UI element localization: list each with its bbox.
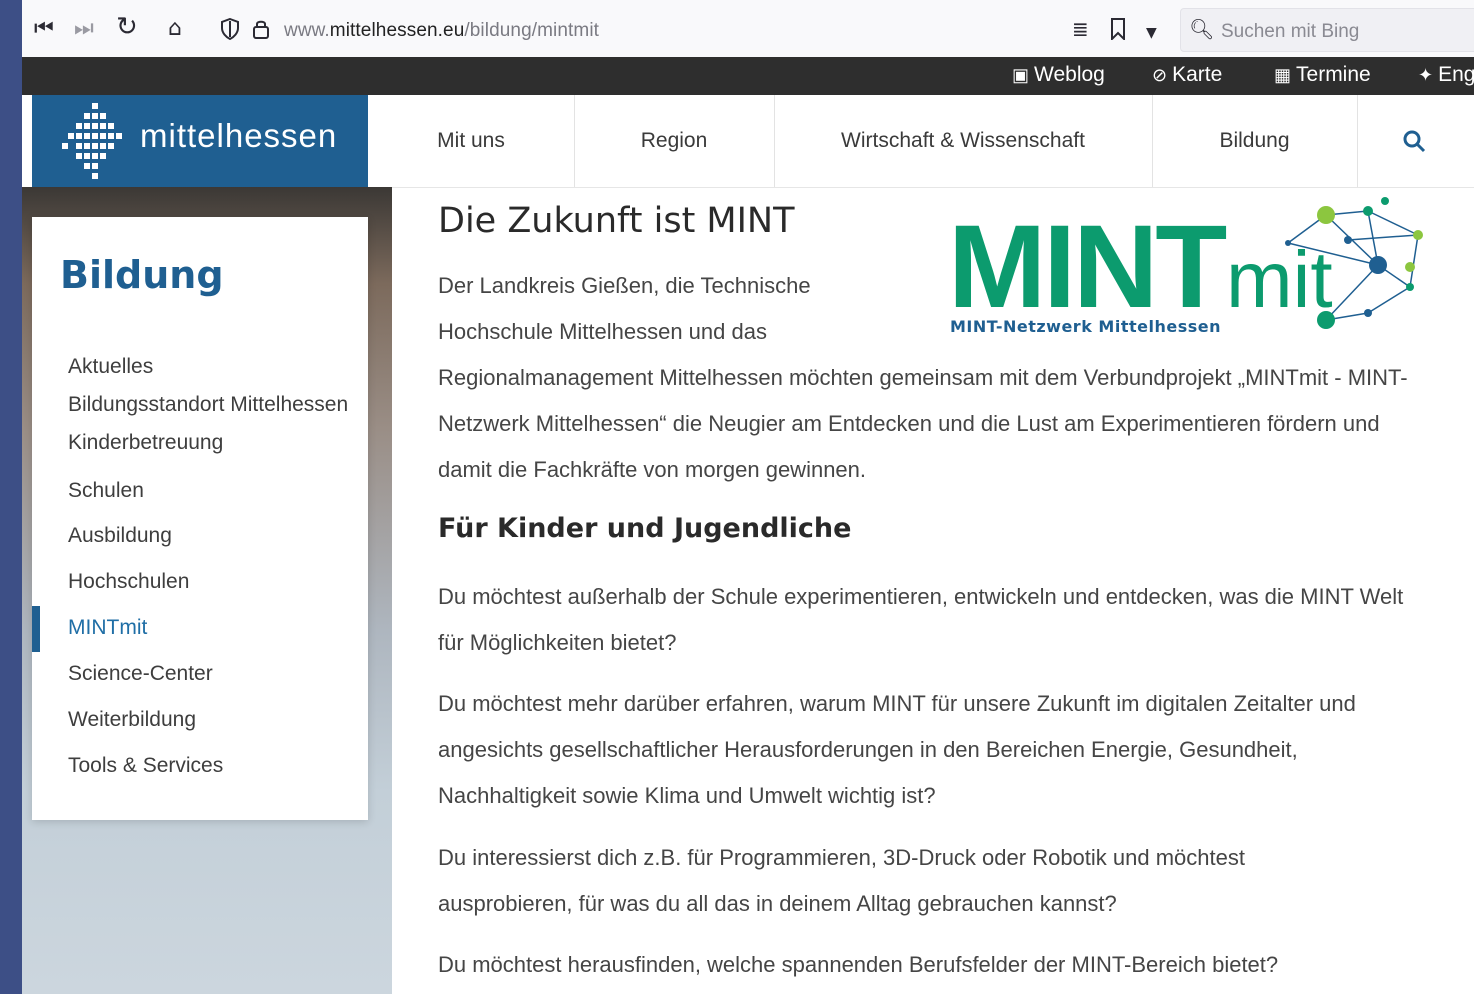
service-weblog[interactable]: ▣ Weblog <box>1012 63 1105 87</box>
rss-icon: ▣ <box>1012 65 1030 85</box>
sidebar-item-kinderbetreuung[interactable]: Kinderbetreuung <box>68 431 223 455</box>
sidebar-item-schulen[interactable]: Schulen <box>68 479 144 503</box>
sidebar-item-science-center[interactable]: Science-Center <box>68 662 213 686</box>
url-domain: mittelhessen.eu <box>329 20 465 41</box>
sidebar-item-tools-services[interactable]: Tools & Services <box>68 754 223 778</box>
search-icon <box>1403 130 1426 153</box>
logo-text: mittelhessen <box>140 117 338 154</box>
url-bar[interactable]: www.mittelhessen.eu/bildung/mintmit <box>284 20 599 42</box>
search-placeholder: Suchen mit Bing <box>1221 21 1360 42</box>
nav-label: Wirtschaft & Wissenschaft <box>841 129 1085 152</box>
section-heading: Für Kinder und Jugendliche <box>438 513 852 544</box>
service-karte-label: Karte <box>1172 63 1223 86</box>
nav-label: Region <box>640 129 708 152</box>
home-icon[interactable]: ⌂ <box>168 18 182 40</box>
nav-label: Bildung <box>1219 129 1290 152</box>
first-page-icon[interactable]: ⏮ <box>34 18 54 40</box>
page-title: Die Zukunft ist MINT <box>438 201 795 241</box>
last-page-icon[interactable]: ⏭ <box>74 18 94 40</box>
intro-paragraph-part1: Der Landkreis Gießen, die Technische Hoc… <box>438 273 811 344</box>
nav-label: Mit uns <box>437 129 505 152</box>
nav-item-wirtschaft[interactable]: Wirtschaft & Wissenschaft <box>774 95 1153 187</box>
service-termine-label: Termine <box>1296 63 1371 86</box>
mint-logo-tagline: MINT-Netzwerk Mittelhessen <box>950 317 1221 336</box>
sidebar-item-aktuelles[interactable]: Aktuelles <box>68 355 153 379</box>
paragraph-3: Du interessierst dich z.B. für Programmi… <box>438 845 1245 916</box>
main-nav: Mit uns Region Wirtschaft & Wissenschaft… <box>368 95 1474 188</box>
paragraph-1: Du möchtest außerhalb der Schule experim… <box>438 584 1404 655</box>
service-language[interactable]: ✦ Eng <box>1418 63 1474 87</box>
mint-logo-suffix: mit <box>1226 235 1333 324</box>
calendar-icon: ▦ <box>1274 65 1292 85</box>
service-bar: ▣ Weblog ⊘ Karte ▦ Termine ✦ Eng <box>22 57 1474 95</box>
active-item-marker <box>32 606 40 652</box>
service-weblog-label: Weblog <box>1034 63 1105 86</box>
mint-logo-word: MINT <box>948 201 1226 333</box>
nav-item-bildung[interactable]: Bildung <box>1152 95 1358 187</box>
intro-paragraph-part2: Regionalmanagement Mittelhessen möchten … <box>438 365 1408 482</box>
dropdown-icon[interactable]: ▼ <box>1146 22 1157 44</box>
sidebar-item-bildungsstandort[interactable]: Bildungsstandort Mittelhessen <box>68 393 348 417</box>
reader-view-icon[interactable]: ≣ <box>1072 18 1089 40</box>
paragraph-2: Du möchtest mehr darüber erfahren, warum… <box>438 691 1356 808</box>
bookmark-icon[interactable] <box>1110 18 1126 45</box>
service-termine[interactable]: ▦ Termine <box>1274 63 1371 87</box>
sidebar: Bildung Aktuelles Bildungsstandort Mitte… <box>32 217 368 820</box>
nav-search-button[interactable] <box>1357 95 1471 187</box>
service-karte[interactable]: ⊘ Karte <box>1152 63 1222 87</box>
search-box[interactable]: 🔍︎ Suchen mit Bing <box>1180 8 1474 52</box>
sidebar-title: Bildung <box>60 253 224 297</box>
search-engine-icon: 🔍︎ <box>1189 17 1215 41</box>
browser-window: ⏮ ⏭ ↻ ⌂ www.mittelhessen.eu/bildung/mint… <box>22 0 1474 994</box>
pin-icon: ✦ <box>1418 65 1434 85</box>
sidebar-item-hochschulen[interactable]: Hochschulen <box>68 570 189 594</box>
service-language-label: Eng <box>1438 63 1474 86</box>
reload-icon[interactable]: ↻ <box>116 14 138 40</box>
nav-item-mit-uns[interactable]: Mit uns <box>368 95 575 187</box>
url-path: /bildung/mintmit <box>464 20 600 41</box>
mintmit-logo: MINT mit MINT-Netzwerk Mittelhessen <box>948 197 1423 336</box>
compass-icon: ⊘ <box>1152 65 1168 85</box>
lock-icon[interactable] <box>252 18 270 45</box>
paragraph-4: Du möchtest herausfinden, welche spannen… <box>438 952 1279 977</box>
nav-item-region[interactable]: Region <box>574 95 775 187</box>
sidebar-item-weiterbildung[interactable]: Weiterbildung <box>68 708 196 732</box>
sidebar-item-ausbildung[interactable]: Ausbildung <box>68 524 172 548</box>
shield-icon[interactable] <box>220 17 240 45</box>
browser-toolbar: ⏮ ⏭ ↻ ⌂ www.mittelhessen.eu/bildung/mint… <box>22 0 1474 58</box>
mittelhessen-logo-icon <box>62 103 122 179</box>
sidebar-item-mintmit[interactable]: MINTmit <box>68 616 147 640</box>
site-logo[interactable]: mittelhessen <box>32 95 368 187</box>
url-prefix: www. <box>284 20 330 41</box>
